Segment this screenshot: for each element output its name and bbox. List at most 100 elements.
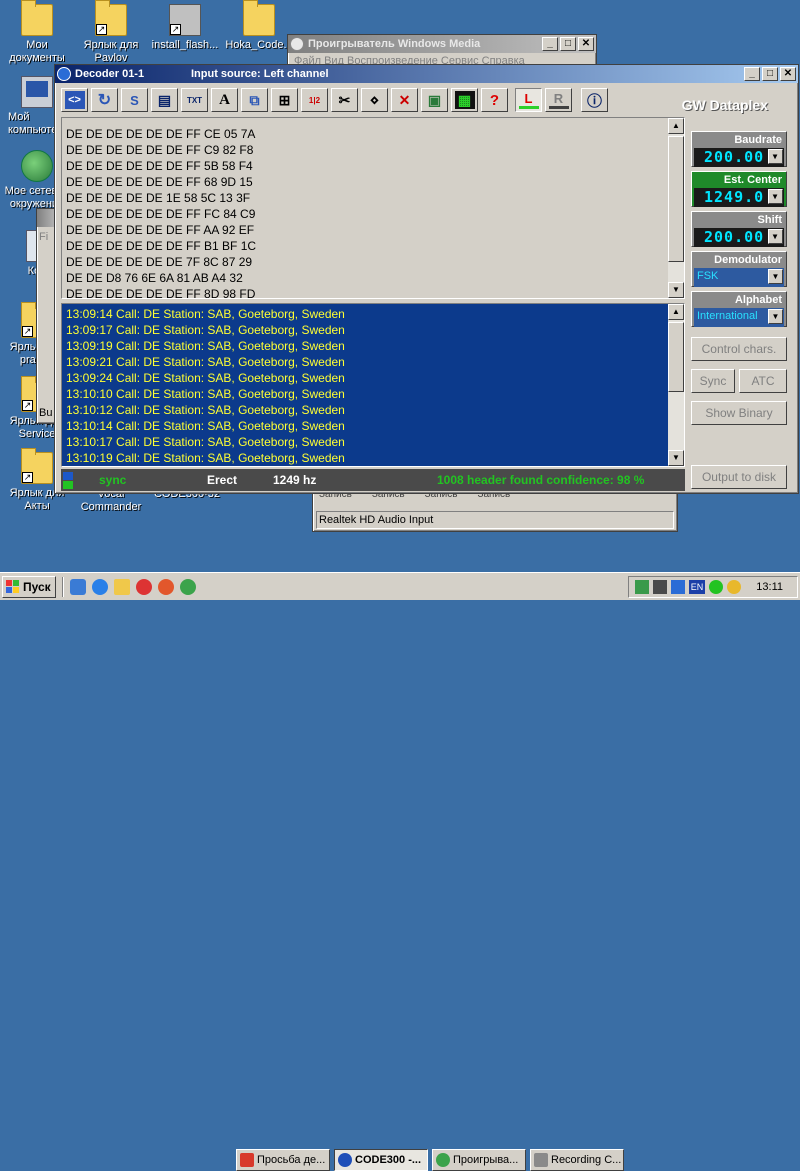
language-indicator[interactable]: EN	[689, 580, 705, 594]
desktop-quick-icon[interactable]	[70, 579, 86, 595]
est-center-display[interactable]: 1249.0 ▼	[694, 188, 784, 207]
folder-icon	[243, 0, 275, 36]
hex-scrollbar[interactable]: ▲ ▼	[668, 118, 684, 298]
baudrate-display[interactable]: 200.00 ▼	[694, 148, 784, 167]
desktop-icon-my-documents[interactable]: Мои документы	[0, 0, 74, 65]
toolbar-button-right-channel[interactable]: R	[545, 88, 572, 112]
control-chars-button[interactable]: Control chars.	[691, 337, 787, 361]
toolbar-button-monitor[interactable]: ▣	[421, 88, 448, 112]
decoder-titlebar[interactable]: Decoder 01-1 Input source: Left channel …	[55, 65, 798, 83]
toolbar-button-sync[interactable]: S	[121, 88, 148, 112]
hex-line: DE DE D8 76 6E 6A 81 AB A4 32	[66, 271, 243, 285]
help-icon: ?	[489, 91, 500, 109]
toolbar-button-spectrum[interactable]: ▦	[451, 88, 478, 112]
start-button[interactable]: Пуск	[2, 576, 56, 598]
media-player-icon[interactable]	[180, 579, 196, 595]
opera-icon[interactable]	[136, 579, 152, 595]
task-button[interactable]: Recording C...	[530, 1149, 624, 1171]
desktop-icon-pavlov[interactable]: ↗ Ярлык для Pavlov	[74, 0, 148, 65]
recording-icon	[534, 1153, 548, 1167]
shift-label: Shift	[757, 214, 782, 226]
control-panel: Baudrate 200.00 ▼ Est. Center 1249.0 ▼ S…	[691, 131, 787, 491]
speaker-icon[interactable]	[653, 580, 667, 594]
quick-launch	[70, 579, 196, 595]
windows-icon: ⧉	[249, 91, 260, 108]
toolbar-button-save-bin[interactable]: ▤	[151, 88, 178, 112]
shift-display[interactable]: 200.00 ▼	[694, 228, 784, 247]
maximize-button[interactable]: □	[560, 37, 576, 51]
folder-shortcut-icon: ↗	[95, 0, 127, 36]
chevron-down-icon[interactable]: ▼	[768, 149, 783, 164]
clock: 13:11	[756, 581, 783, 593]
sync-button[interactable]: Sync	[691, 369, 735, 393]
maximize-button[interactable]: □	[762, 67, 778, 81]
minimize-button[interactable]: _	[744, 67, 760, 81]
wmp-titlebar[interactable]: Проигрыватель Windows Media _ □ ✕	[288, 35, 596, 53]
scroll-thumb[interactable]	[668, 136, 684, 262]
scroll-down-button[interactable]: ▼	[668, 450, 684, 466]
toolbar-button-refresh[interactable]: ↻	[91, 88, 118, 112]
taskbar-divider	[62, 577, 64, 597]
chevron-down-icon[interactable]: ▼	[768, 309, 783, 324]
scroll-thumb[interactable]	[668, 322, 684, 392]
hex-line: DE DE DE DE DE 1E 58 5C 13 3F	[66, 191, 251, 205]
scroll-up-button[interactable]: ▲	[668, 118, 684, 134]
toolbar-button-left-channel[interactable]: L	[515, 88, 542, 112]
task-label: CODE300 -...	[355, 1154, 422, 1166]
decoder-window[interactable]: Decoder 01-1 Input source: Left channel …	[54, 64, 799, 494]
toolbar-button-matrix[interactable]: ✕	[391, 88, 418, 112]
input-source-label: Input source: Left channel	[191, 68, 329, 80]
demodulator-select[interactable]: FSK ▼	[694, 268, 784, 287]
hex-line: DE DE DE DE DE DE FF AA 92 EF	[66, 223, 255, 237]
toolbar-button-font[interactable]: A	[211, 88, 238, 112]
atc-button[interactable]: ATC	[739, 369, 787, 393]
left-channel-icon: L	[518, 91, 539, 109]
log-line: 13:10:14 Call: DE Station: SAB, Goetebor…	[66, 419, 345, 433]
folder-icon	[21, 0, 53, 36]
log-output-pane[interactable]: 13:09:14 Call: DE Station: SAB, Goetebor…	[61, 303, 685, 467]
output-to-disk-button[interactable]: Output to disk	[691, 465, 787, 489]
hex-line: DE DE DE DE DE DE FF FC 84 C9	[66, 207, 256, 221]
desktop-icon-install-flash[interactable]: ↗ install_flash...	[148, 4, 222, 52]
toolbar-button-split[interactable]: 1|2	[301, 88, 328, 112]
hex-line: DE DE DE DE DE DE FF 68 9D 15	[66, 175, 253, 189]
toolbar-button-save-txt[interactable]: TXT	[181, 88, 208, 112]
task-button[interactable]: Просьба де...	[236, 1149, 330, 1171]
close-button[interactable]: ✕	[578, 37, 594, 51]
est-center-value: 1249.0	[704, 188, 765, 206]
header-status: 1008 header found confidence: 98 %	[437, 473, 645, 487]
log-scrollbar[interactable]: ▲ ▼	[668, 304, 684, 466]
scroll-down-button[interactable]: ▼	[668, 282, 684, 298]
toolbar-button-cut[interactable]: ✂	[331, 88, 358, 112]
chevron-down-icon[interactable]: ▼	[768, 269, 783, 284]
chevron-down-icon[interactable]: ▼	[768, 189, 783, 204]
log-line: 13:09:24 Call: DE Station: SAB, Goetebor…	[66, 371, 345, 385]
alphabet-select[interactable]: International ▼	[694, 308, 784, 327]
icq-icon[interactable]	[709, 580, 723, 594]
toolbar-button-help[interactable]: ?	[481, 88, 508, 112]
desktop-icon-hoka-code[interactable]: Hoka_Code...	[222, 0, 296, 52]
hex-line-partial	[66, 118, 666, 126]
network-icon[interactable]	[671, 580, 685, 594]
toolbar-button-windows[interactable]: ⧉	[241, 88, 268, 112]
alphabet-value: International	[697, 310, 758, 322]
task-button[interactable]: Проигрыва...	[432, 1149, 526, 1171]
chevron-down-icon[interactable]: ▼	[768, 229, 783, 244]
scroll-up-button[interactable]: ▲	[668, 304, 684, 320]
decoder-app-icon	[338, 1153, 352, 1167]
show-binary-button[interactable]: Show Binary	[691, 401, 787, 425]
task-button-active[interactable]: CODE300 -...	[334, 1149, 428, 1171]
toolbar-button-info[interactable]: ⓘ	[581, 88, 608, 112]
toolbar-button-search[interactable]: ⊞	[271, 88, 298, 112]
toolbar-button-filter[interactable]: ⋄	[361, 88, 388, 112]
close-button[interactable]: ✕	[780, 67, 796, 81]
hex-output-pane[interactable]: DE DE DE DE DE DE FF CE 05 7A DE DE DE D…	[61, 117, 685, 299]
firefox-icon[interactable]	[158, 579, 174, 595]
tray-misc-icon[interactable]	[727, 580, 741, 594]
tray-app-icon[interactable]	[635, 580, 649, 594]
task-label: Recording C...	[551, 1154, 622, 1166]
internet-explorer-icon[interactable]	[92, 579, 108, 595]
mail-icon[interactable]	[114, 579, 130, 595]
toolbar-button-code[interactable]: <>	[61, 88, 88, 112]
minimize-button[interactable]: _	[542, 37, 558, 51]
